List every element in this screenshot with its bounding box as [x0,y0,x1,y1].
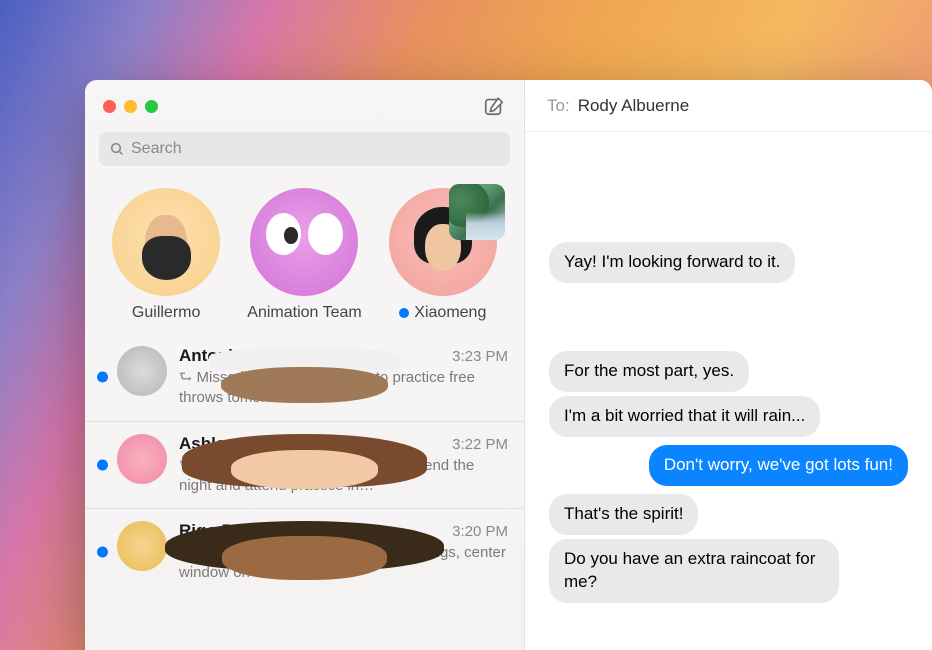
search-input[interactable] [131,140,500,158]
search-container [85,132,524,176]
to-label: To: [547,96,570,116]
titlebar [85,80,524,132]
message-bubble[interactable]: That's the spirit! [549,494,698,535]
message-in: That's the spirit! [549,494,908,535]
conversation-list[interactable]: Antonio Manriquez 3:23 PM ⮑Missed final … [85,334,524,650]
message-out: Don't worry, we've got lots fun! [549,445,908,486]
unread-dot-icon [399,308,409,318]
pinned-contact-animation-team[interactable]: Animation Team [241,188,367,322]
pinned-label: Animation Team [247,304,361,322]
avatar [112,188,220,296]
avatar [117,346,167,396]
message-bubble[interactable]: Yay! I'm looking forward to it. [549,242,795,283]
search-icon [109,141,125,157]
message-in: Do you have an extra raincoat for me? [549,539,908,603]
message-bubble[interactable]: Do you have an extra raincoat for me? [549,539,839,603]
message-in: I'm a bit worried that it will rain... [549,396,908,437]
message-gap [549,291,908,343]
window-controls [103,100,158,113]
pinned-contact-xiaomeng[interactable]: Xiaomeng [380,188,506,322]
minimize-button[interactable] [124,100,137,113]
message-bubble[interactable]: I'm a bit worried that it will rain... [549,396,820,437]
chat-header: To: Rody Albuerne [525,80,932,132]
search-field[interactable] [99,132,510,166]
maximize-button[interactable] [145,100,158,113]
message-thread[interactable]: Yay! I'm looking forward to it. For the … [525,132,932,650]
message-bubble[interactable]: For the most part, yes. [549,351,749,392]
compose-button[interactable] [482,94,506,118]
avatar [389,188,497,296]
conversation-item[interactable]: Rigo Rangel 3:20 PM ⮑Provide last minute… [85,508,524,596]
sidebar: Guillermo Animation Team Xiaomeng [85,80,525,650]
conversation-item[interactable]: Ashley Rico 3:22 PM ⮑Confirmation needed… [85,421,524,509]
compose-icon [483,95,505,117]
close-button[interactable] [103,100,116,113]
avatar [250,188,358,296]
messages-window: Guillermo Animation Team Xiaomeng [85,80,932,650]
message-in: Yay! I'm looking forward to it. [549,242,908,283]
message-in: For the most part, yes. [549,351,908,392]
avatar [117,434,167,484]
shared-photo-thumbnail[interactable] [449,184,505,240]
recipient-name[interactable]: Rody Albuerne [578,96,690,116]
message-bubble[interactable]: Don't worry, we've got lots fun! [649,445,908,486]
pinned-label: Xiaomeng [414,304,486,322]
pinned-contact-guillermo[interactable]: Guillermo [103,188,229,322]
pinned-row: Guillermo Animation Team Xiaomeng [85,176,524,334]
avatar [117,521,167,571]
pinned-label: Guillermo [132,304,200,322]
conversation-item[interactable]: Antonio Manriquez 3:23 PM ⮑Missed final … [85,334,524,421]
chat-pane: To: Rody Albuerne Yay! I'm looking forwa… [525,80,932,650]
